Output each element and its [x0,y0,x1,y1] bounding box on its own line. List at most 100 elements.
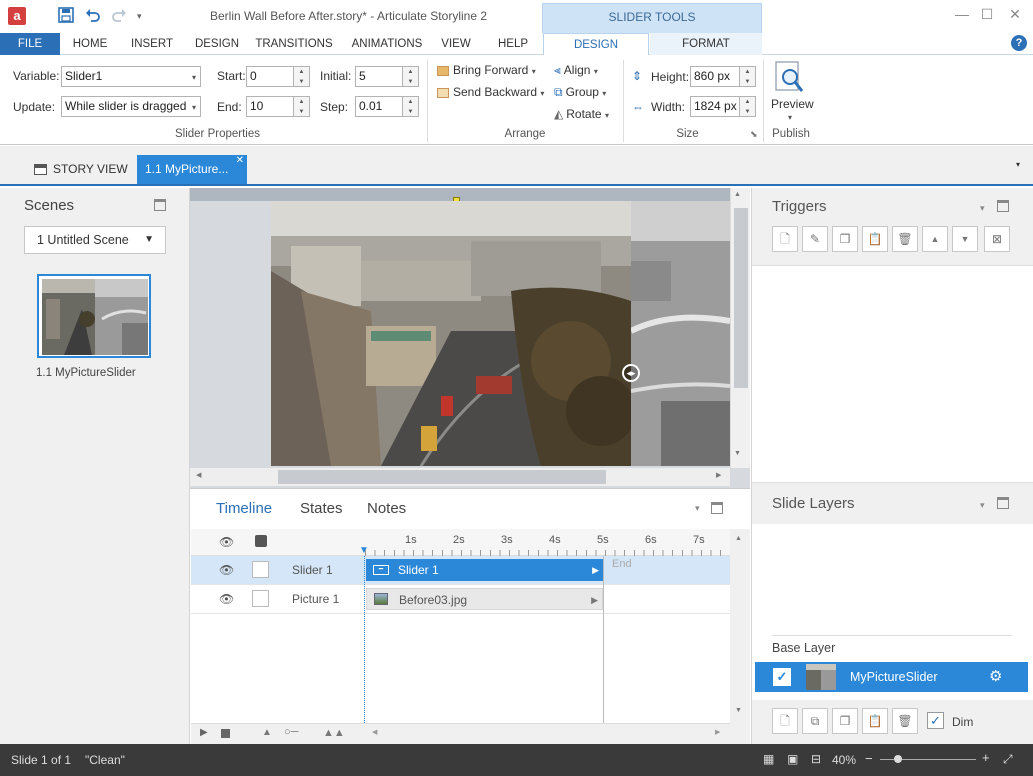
delete-trigger-button[interactable]: 🗑 [892,226,918,252]
vertical-scroll-thumb[interactable] [734,208,748,388]
fit-window-icon[interactable]: ⤢ [1003,752,1013,767]
update-dropdown[interactable]: While slider is dragged ▾ [61,96,201,117]
zoom-in-timeline-icon[interactable]: ▲▲ [323,727,345,739]
tab-timeline[interactable]: Timeline [216,500,272,517]
panel-float-icon[interactable] [997,497,1009,509]
send-backward-button[interactable]: Send Backward ▾ [437,85,544,99]
size-dialog-launcher-icon[interactable]: ⬊ [750,129,758,140]
scroll-down-icon[interactable]: ▼ [735,707,742,714]
timeline-vertical-scrollbar[interactable]: ▲ ▼ [730,529,750,744]
tab-file[interactable]: FILE [0,33,60,55]
minimize-button[interactable]: — [950,6,974,22]
after-photo[interactable] [631,201,730,466]
height-input[interactable]: 860 px [690,66,740,87]
eye-icon[interactable]: 👁 [219,592,234,606]
move-trigger-up-button[interactable]: ▲ [922,226,948,252]
tab-view[interactable]: VIEW [438,33,474,55]
end-input[interactable]: 10 [246,96,294,117]
scroll-down-icon[interactable]: ▼ [734,450,741,457]
initial-input[interactable]: 5 [355,66,403,87]
scroll-left-icon[interactable]: ◀ [196,471,201,479]
scroll-left-icon[interactable]: ◀ [372,728,377,736]
chevron-down-icon[interactable]: ▾ [788,113,792,122]
horizontal-scroll-thumb[interactable] [278,470,606,484]
step-input[interactable]: 0.01 [355,96,403,117]
eye-icon[interactable]: 👁 [219,563,234,577]
end-spinner[interactable]: ▲ ▼ [294,96,310,117]
tab-help[interactable]: HELP [495,33,531,55]
width-input[interactable]: 1824 px [690,96,740,117]
eye-icon[interactable]: 👁 [219,535,234,549]
stage-vertical-scrollbar[interactable]: ▲ ▼ [730,188,750,468]
maximize-button[interactable]: ☐ [975,6,999,23]
timeline-options-chevron-icon[interactable]: ▾ [695,503,700,514]
save-icon[interactable] [58,7,74,27]
lock-checkbox[interactable] [252,561,269,578]
rotate-button[interactable]: ◭ Rotate ▾ [554,107,609,121]
tab-slider-design[interactable]: DESIGN [543,33,649,56]
slider-handle-icon[interactable]: ◂▸ [622,364,640,382]
manage-variables-button[interactable]: ⊠ [984,226,1010,252]
zoom-in-icon[interactable]: + [982,750,990,765]
panel-float-icon[interactable] [997,200,1009,212]
scroll-up-icon[interactable]: ▲ [734,191,741,198]
height-spinner[interactable]: ▲ ▼ [740,66,756,87]
group-button[interactable]: ⧉ Group ▾ [554,85,606,100]
scroll-right-icon[interactable]: ▶ [715,728,720,736]
timeline-zoom-slider[interactable]: ○─ [284,726,298,738]
zoom-slider-handle[interactable] [894,755,902,763]
align-button[interactable]: ⫷ Align ▾ [554,63,598,78]
triggers-options-chevron-icon[interactable]: ▾ [980,203,985,214]
bar-expand-icon[interactable]: ▶ [591,589,598,611]
scroll-right-icon[interactable]: ▶ [716,471,721,479]
scroll-up-icon[interactable]: ▲ [735,535,742,542]
copy-layer-button[interactable]: ❐ [832,708,858,734]
start-input[interactable]: 0 [246,66,294,87]
close-button[interactable]: ✕ [1003,6,1027,23]
tab-notes[interactable]: Notes [367,500,406,517]
normal-view-icon[interactable]: ▣ [787,752,798,766]
tab-story-view[interactable]: STORY VIEW [24,155,128,183]
gear-icon[interactable]: ⚙ [989,667,1002,685]
paste-layer-button[interactable]: 📋 [862,708,888,734]
preview-button[interactable]: Preview [771,97,814,111]
timeline-bar-slider[interactable]: ━ Slider 1 ▶ [366,559,603,581]
new-trigger-button[interactable]: 🗋 [772,226,798,252]
move-trigger-down-button[interactable]: ▼ [952,226,978,252]
zoom-out-icon[interactable]: − [865,751,873,766]
panel-float-icon[interactable] [154,199,166,211]
start-spinner[interactable]: ▲ ▼ [294,66,310,87]
redo-icon[interactable] [111,7,127,27]
edit-trigger-button[interactable]: ✎ [802,226,828,252]
help-icon[interactable]: ? [1011,35,1027,51]
step-spinner[interactable]: ▲ ▼ [403,96,419,117]
before-photo[interactable] [271,201,631,466]
delete-layer-button[interactable]: 🗑 [892,708,918,734]
variable-dropdown[interactable]: Slider1 ▾ [61,66,201,87]
copy-trigger-button[interactable]: ❐ [832,226,858,252]
duplicate-layer-button[interactable]: ⧉ [802,708,828,734]
paste-trigger-button[interactable]: 📋 [862,226,888,252]
tab-slider-format[interactable]: FORMAT [650,33,762,55]
customize-toolbar-icon[interactable]: ▾ [137,11,142,22]
tab-slide-mypictureslider[interactable]: 1.1 MyPicture... ✕ [137,155,247,184]
layer-visibility-checkbox[interactable]: ✓ [773,668,791,686]
tab-home[interactable]: HOME [67,33,113,55]
timeline-bar-picture[interactable]: Before03.jpg ▶ [366,588,603,610]
stage-horizontal-scrollbar[interactable]: ◀ ▶ [190,468,730,486]
tab-list-chevron-icon[interactable]: ▾ [1016,160,1020,169]
scene-dropdown[interactable]: 1 Untitled Scene ▼ [24,226,166,254]
bring-forward-button[interactable]: Bring Forward ▾ [437,63,536,77]
stop-icon[interactable] [221,729,230,738]
initial-spinner[interactable]: ▲ ▼ [403,66,419,87]
tab-transitions[interactable]: TRANSITIONS [254,33,334,55]
lock-icon[interactable] [255,535,267,547]
panel-float-icon[interactable] [711,502,723,514]
layers-options-chevron-icon[interactable]: ▾ [980,500,985,511]
play-icon[interactable]: ▶ [200,727,208,738]
undo-icon[interactable] [85,7,101,27]
width-spinner[interactable]: ▲ ▼ [740,96,756,117]
bar-expand-icon[interactable]: ▶ [592,559,599,581]
preview-icon[interactable] [773,60,807,96]
lock-checkbox[interactable] [252,590,269,607]
